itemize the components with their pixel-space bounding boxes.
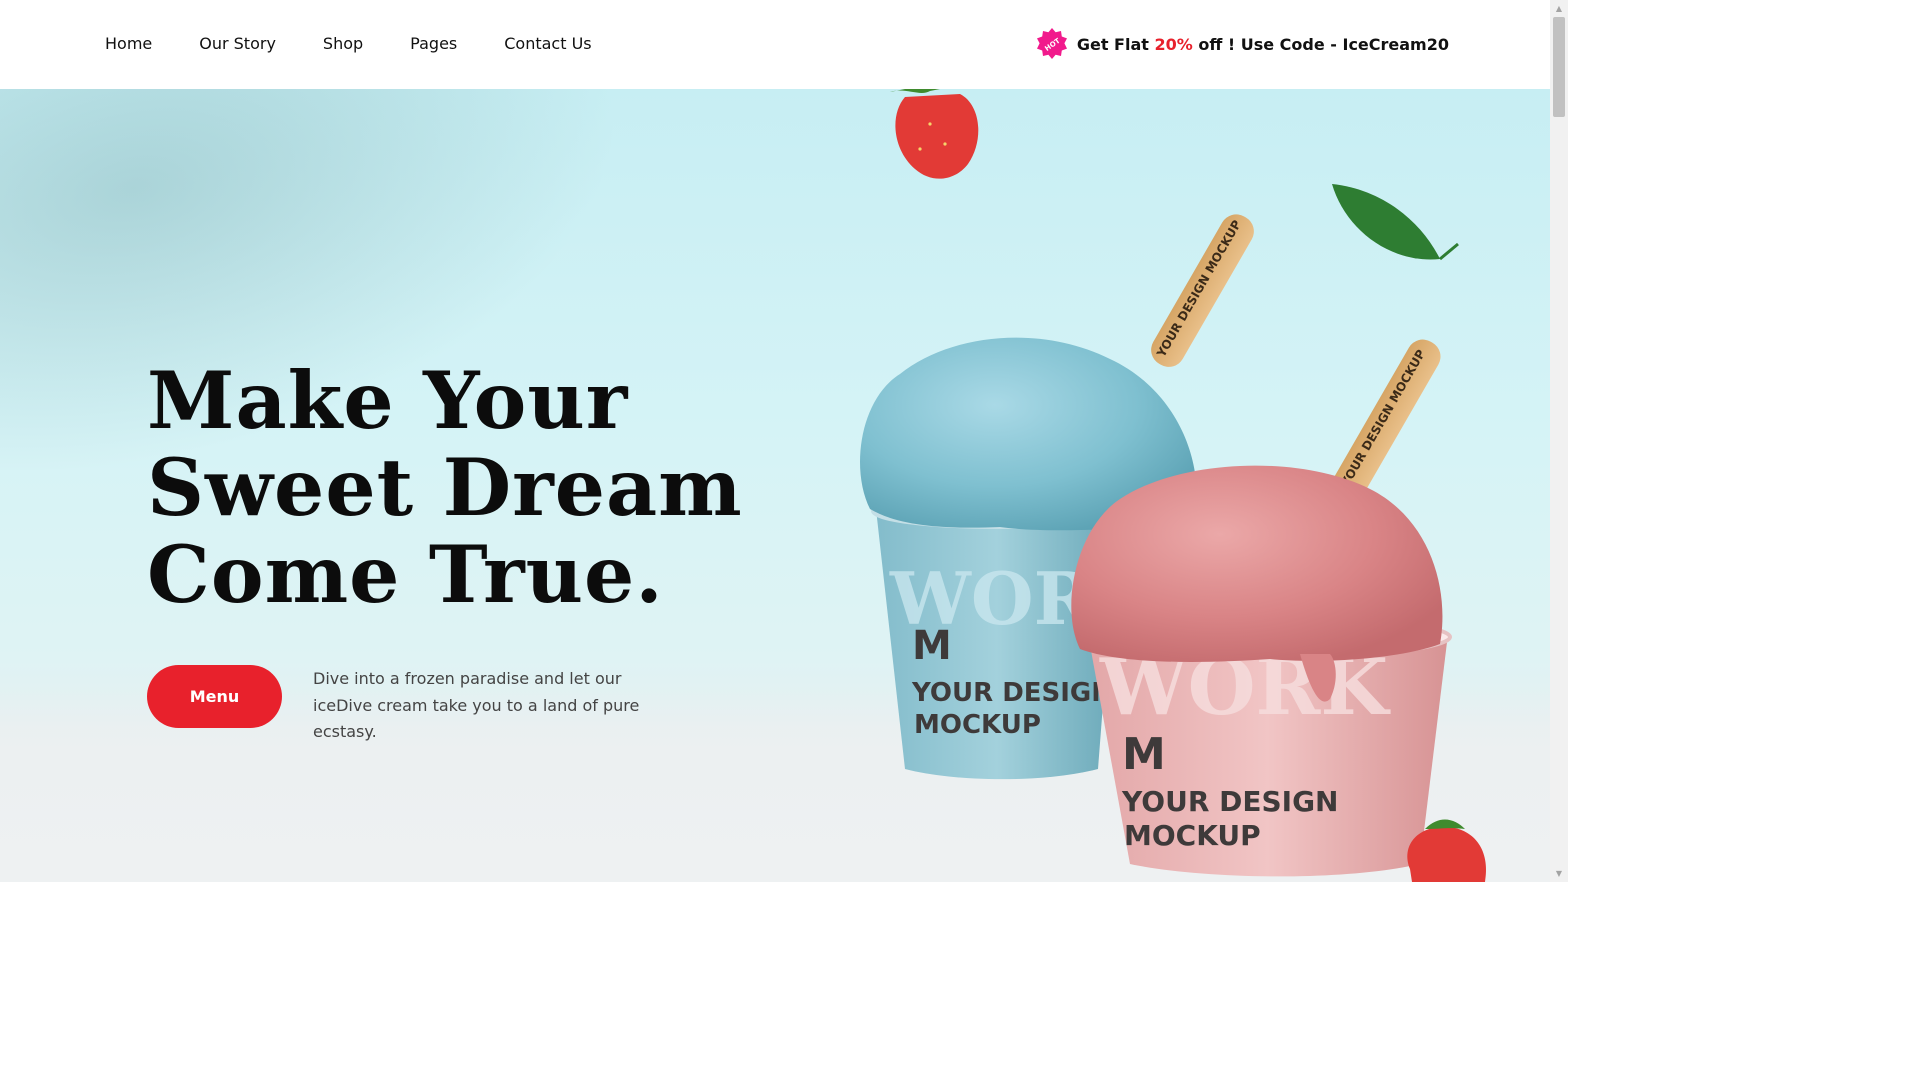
hot-badge-icon: HOT — [1036, 28, 1067, 59]
nav-home-link[interactable]: Home — [105, 33, 152, 57]
hero-section: YOUR DESIGN MOCKUP WORK M YOUR DESIGN MO… — [0, 89, 1550, 882]
headline-line-3: Come True. — [147, 528, 664, 621]
promo-banner: HOT Get Flat 20% off ! Use Code - IceCre… — [1036, 28, 1449, 60]
pink-cup-text-line2: MOCKUP — [1124, 819, 1261, 852]
hero-headline: Make Your Sweet Dream Come True. — [147, 357, 787, 618]
pink-cup-m-logo: M — [1122, 729, 1166, 780]
nav-shop-link[interactable]: Shop — [323, 33, 363, 57]
site-header: Home Our Story Shop Pages Contact Us HOT… — [0, 0, 1550, 89]
pink-cup-text-line1: YOUR DESIGN — [1121, 785, 1339, 818]
mint-leaf-icon — [1332, 184, 1440, 260]
nav-pages-link[interactable]: Pages — [410, 33, 457, 57]
blue-cup-text-line1: YOUR DESIGN — [911, 678, 1113, 708]
hero-description: Dive into a frozen paradise and let our … — [313, 669, 640, 741]
promo-suffix: off ! Use Code - IceCream20 — [1192, 34, 1449, 54]
scrollbar-thumb[interactable] — [1553, 17, 1565, 117]
nav-our-story-link[interactable]: Our Story — [199, 33, 276, 57]
blue-stick-text: YOUR DESIGN MOCKUP — [1154, 218, 1244, 361]
headline-line-2: Sweet Dream — [147, 441, 743, 534]
nav-contact-us-link[interactable]: Contact Us — [504, 33, 591, 57]
headline-line-1: Make Your — [147, 354, 629, 447]
strawberry-top-icon — [890, 89, 979, 179]
promo-prefix: Get Flat — [1076, 34, 1155, 54]
main-nav: Home Our Story Shop Pages Contact Us — [105, 33, 639, 57]
blue-cup-text-line2: MOCKUP — [914, 710, 1041, 740]
mint-leaf-stem — [1439, 242, 1459, 261]
scroll-down-arrow-icon[interactable]: ▼ — [1550, 865, 1568, 882]
blue-cup-m-logo: M — [912, 623, 952, 669]
pink-stick-text: YOUR DESIGN MOCKUP — [1338, 347, 1428, 490]
page-scrollbar[interactable]: ▲ ▼ — [1550, 0, 1568, 882]
promo-discount: 20% — [1154, 34, 1193, 54]
promo-text: Get Flat 20% off ! Use Code - IceCream20 — [1077, 35, 1449, 54]
menu-button[interactable]: Menu — [147, 665, 282, 728]
scroll-up-arrow-icon[interactable]: ▲ — [1550, 0, 1568, 17]
